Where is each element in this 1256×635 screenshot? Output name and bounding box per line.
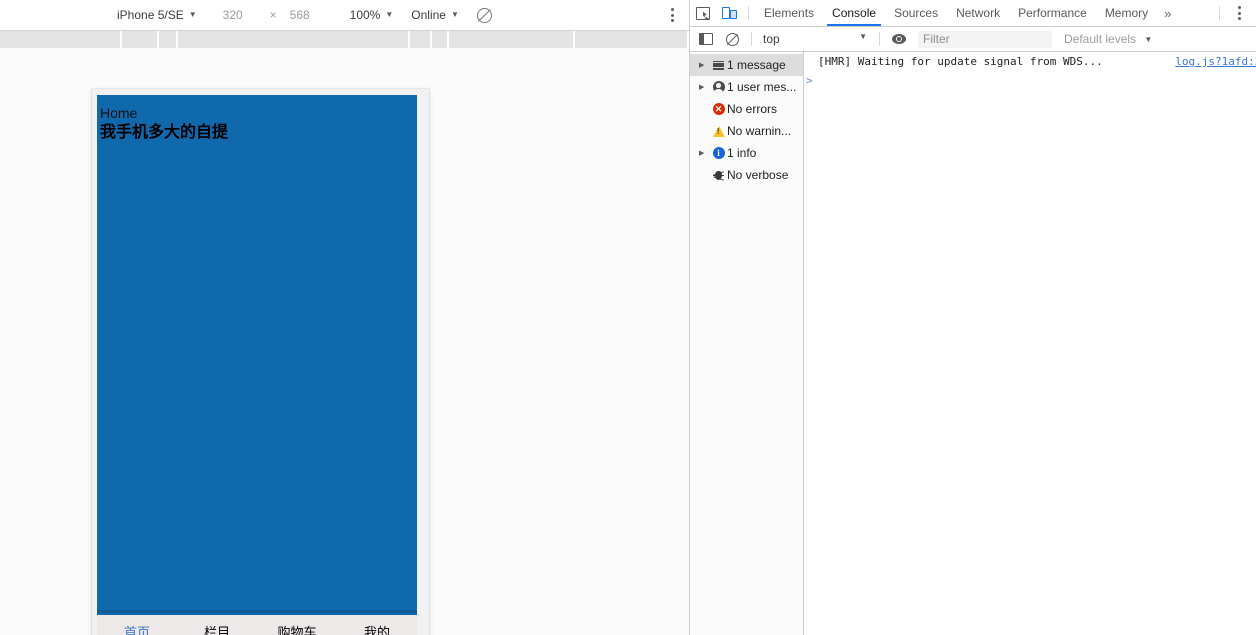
dimension-separator: × [269, 8, 277, 22]
chevron-down-icon: ▼ [188, 9, 197, 19]
page-subtitle: 我手机多大的自提 [100, 122, 229, 141]
sidebar-item-messages[interactable]: ▶ 1 message [690, 54, 803, 76]
device-selector-label: iPhone 5/SE [117, 8, 184, 22]
user-message-icon [710, 81, 727, 93]
toolbar-divider [748, 6, 749, 20]
sidebar-item-label: No verbose [727, 168, 789, 182]
console-sidebar-toggle-icon[interactable] [693, 26, 719, 52]
device-toolbar-menu-icon[interactable] [665, 7, 679, 23]
sidebar-item-verbose[interactable]: No verbose [690, 164, 803, 186]
console-log-row[interactable]: [HMR] Waiting for update signal from WDS… [804, 52, 1256, 71]
device-emulation-toolbar: iPhone 5/SE ▼ 320 × 568 100% ▼ Online ▼ [0, 0, 689, 31]
devtools-panel: Elements Console Sources Network Perform… [690, 0, 1256, 635]
console-prompt[interactable]: > [804, 71, 1256, 90]
console-log-source-link[interactable]: log.js?1afd:24 [1175, 55, 1256, 68]
sidebar-item-label: No warnin... [727, 124, 792, 138]
chevron-down-icon: ▼ [385, 9, 394, 19]
live-expression-icon[interactable] [886, 26, 912, 52]
execution-context-selector[interactable]: top ▼ [758, 32, 873, 46]
tab-sources[interactable]: Sources [885, 0, 947, 26]
list-icon [710, 60, 727, 70]
console-filter-toolbar: top ▼ Default levels ▼ [690, 27, 1256, 52]
page-title: Home [100, 105, 138, 121]
devtools-settings-menu-icon[interactable] [1226, 0, 1252, 26]
no-throttling-icon[interactable] [476, 7, 492, 23]
verbose-bug-icon [710, 170, 727, 181]
device-height-input[interactable]: 568 [286, 4, 328, 26]
device-stage: Home 我手机多大的自提 首页 栏目 购物车 我的 [0, 48, 689, 635]
tab-mine[interactable]: 我的 [337, 626, 417, 635]
console-sidebar: ▶ 1 message ▶ 1 user mes... ✕ No errors … [690, 52, 804, 635]
toolbar-divider [879, 32, 880, 46]
sidebar-item-label: 1 user mes... [727, 80, 797, 94]
zoom-selector[interactable]: 100% ▼ [346, 4, 398, 26]
chevron-down-icon: ▼ [1144, 35, 1153, 44]
log-levels-label: Default levels [1064, 32, 1137, 46]
tab-category[interactable]: 栏目 [177, 626, 257, 635]
device-width-input[interactable]: 320 [219, 4, 261, 26]
tab-cart[interactable]: 购物车 [257, 626, 337, 635]
app-content-area: Home 我手机多大的自提 [97, 95, 417, 615]
chevron-down-icon: ▼ [859, 32, 867, 41]
viewport-ruler [0, 31, 689, 54]
sidebar-item-user-messages[interactable]: ▶ 1 user mes... [690, 76, 803, 98]
error-icon: ✕ [710, 103, 727, 115]
phone-screen[interactable]: Home 我手机多大的自提 首页 栏目 购物车 我的 [97, 95, 417, 635]
sidebar-item-label: 1 message [727, 58, 786, 72]
network-throttling-label: Online [411, 8, 446, 22]
console-message-list[interactable]: [HMR] Waiting for update signal from WDS… [804, 52, 1256, 635]
toolbar-divider [1219, 6, 1220, 20]
sidebar-item-label: No errors [727, 102, 778, 116]
expand-arrow-icon[interactable]: ▶ [699, 61, 710, 69]
console-body: ▶ 1 message ▶ 1 user mes... ✕ No errors … [690, 52, 1256, 635]
warning-icon [710, 125, 727, 137]
device-selector[interactable]: iPhone 5/SE ▼ [113, 4, 201, 26]
tab-elements[interactable]: Elements [755, 0, 823, 26]
sidebar-item-errors[interactable]: ✕ No errors [690, 98, 803, 120]
prompt-arrow-icon: > [806, 74, 813, 87]
tab-performance[interactable]: Performance [1009, 0, 1096, 26]
tab-network[interactable]: Network [947, 0, 1009, 26]
phone-scrollbar[interactable] [419, 95, 424, 635]
expand-arrow-icon[interactable]: ▶ [699, 149, 710, 157]
expand-arrow-icon[interactable]: ▶ [699, 83, 710, 91]
device-toolbar-icon[interactable] [716, 0, 742, 26]
device-emulation-pane: iPhone 5/SE ▼ 320 × 568 100% ▼ Online ▼ [0, 0, 690, 635]
console-log-text: [HMR] Waiting for update signal from WDS… [818, 55, 1103, 68]
info-icon: i [710, 147, 727, 159]
tab-memory[interactable]: Memory [1096, 0, 1157, 26]
execution-context-label: top [763, 32, 780, 46]
toolbar-divider [751, 32, 752, 46]
console-filter-input[interactable] [918, 30, 1052, 48]
inspect-element-icon[interactable] [690, 0, 716, 26]
tab-home[interactable]: 首页 [97, 626, 177, 635]
more-tabs-icon[interactable]: » [1157, 6, 1178, 21]
devtools-window: iPhone 5/SE ▼ 320 × 568 100% ▼ Online ▼ [0, 0, 1256, 635]
chevron-down-icon: ▼ [450, 9, 459, 19]
zoom-selector-label: 100% [349, 8, 381, 22]
sidebar-item-info[interactable]: ▶ i 1 info [690, 142, 803, 164]
devtools-tabbar: Elements Console Sources Network Perform… [690, 0, 1256, 27]
sidebar-item-label: 1 info [727, 146, 757, 160]
clear-console-icon[interactable] [719, 26, 745, 52]
tab-console[interactable]: Console [823, 0, 885, 26]
log-levels-selector[interactable]: Default levels ▼ [1064, 32, 1152, 46]
phone-frame: Home 我手机多大的自提 首页 栏目 购物车 我的 [92, 89, 429, 635]
sidebar-item-warnings[interactable]: No warnin... [690, 120, 803, 142]
bottom-tab-bar: 首页 栏目 购物车 我的 [97, 615, 417, 635]
network-throttling-selector[interactable]: Online ▼ [407, 4, 463, 26]
